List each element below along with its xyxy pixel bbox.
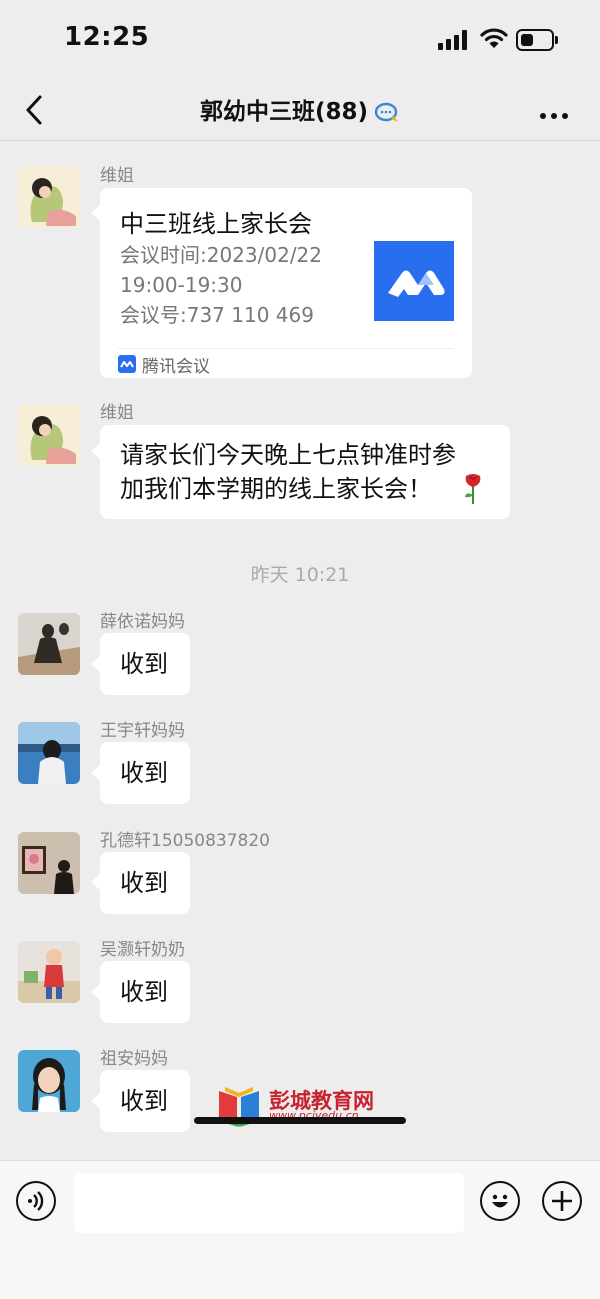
message-bubble[interactable]: 收到 [100,1070,190,1132]
tencent-meeting-small-icon [118,355,136,373]
status-bar: 12:25 [0,0,600,80]
avatar-wuhaoxuan-grandma[interactable] [18,941,80,1003]
home-indicator[interactable] [194,1117,406,1124]
avatar-wangyuxuan-mom[interactable] [18,722,80,784]
bubble-tail [91,765,100,781]
status-time: 12:25 [64,22,150,52]
chat-title: 郭幼中三班(88) [0,92,600,126]
plus-icon[interactable] [542,1181,582,1221]
nav-bar: 郭幼中三班(88) [0,80,600,141]
chat-title-text: 郭幼中三班(88) [199,99,369,125]
bubble-tail [91,874,100,890]
bubble-tail [91,443,100,459]
sender-name: 薛依诺妈妈 [100,612,185,632]
sender-name: 王宇轩妈妈 [100,721,185,741]
sender-name: 吴灏轩奶奶 [100,940,185,960]
rose-icon [465,474,481,504]
voice-icon[interactable] [16,1181,56,1221]
avatar-zuan-mom[interactable] [18,1050,80,1112]
message-timestamp: 昨天 10:21 [250,564,350,586]
avatar-kongdexuan[interactable] [18,832,80,894]
message-text: 收到 [120,650,168,678]
sender-name: 维姐 [100,403,134,423]
message-input[interactable] [74,1173,464,1233]
card-title: 中三班线上家长会 [120,210,312,238]
message-text: 收到 [120,978,168,1006]
message-bubble[interactable]: 请家长们今天晚上七点钟准时参 加我们本学期的线上家长会！ [100,425,510,519]
card-source: 腾讯会议 [142,357,210,377]
message-text: 收到 [120,759,168,787]
input-bar [0,1160,600,1299]
message-bubble[interactable]: 收到 [100,961,190,1023]
message-text-line: 请家长们今天晚上七点钟准时参 [120,441,456,469]
avatar-weijie[interactable] [18,166,80,228]
avatar-weijie[interactable] [18,404,80,466]
avatar-xueyinuo-mom[interactable] [18,613,80,675]
bubble-tail [91,1093,100,1109]
battery-icon [516,29,558,51]
message-bubble[interactable]: 收到 [100,852,190,914]
emoji-icon[interactable] [480,1181,520,1221]
message-text: 收到 [120,869,168,897]
message-bubble[interactable]: 收到 [100,742,190,804]
message-text: 收到 [120,1087,168,1115]
sender-name: 孔德轩15050837820 [100,831,270,851]
card-description: 会议时间:2023/02/22 19:00-19:30 会议号:737 110 … [120,243,323,327]
card-divider [118,348,454,349]
meeting-card[interactable]: 中三班线上家长会 会议时间:2023/02/22 19:00-19:30 会议号… [100,188,472,378]
bubble-tail [91,656,100,672]
bubble-tail [91,984,100,1000]
sender-name: 维姐 [100,166,134,186]
tencent-meeting-icon [374,241,454,321]
signal-icon [438,30,467,50]
chat-icon [374,102,399,122]
more-icon[interactable] [540,104,573,123]
wifi-icon [480,28,508,48]
bubble-tail [91,205,100,221]
sender-name: 祖安妈妈 [100,1049,168,1069]
message-bubble[interactable]: 收到 [100,633,190,695]
message-text-line: 加我们本学期的线上家长会！ [120,475,432,503]
